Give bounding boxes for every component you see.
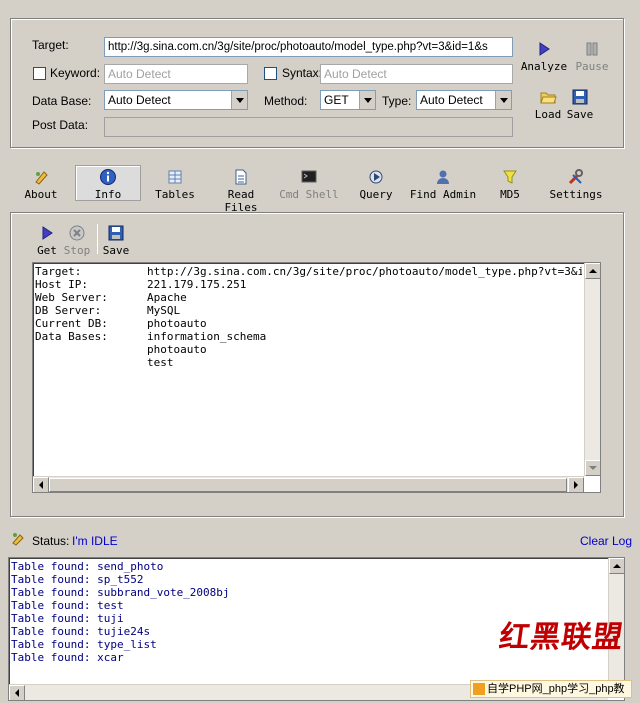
info-row: Web Server: Apache <box>35 291 187 304</box>
info-textbox[interactable]: Target: http://3g.sina.com.cn/3g/site/pro… <box>32 262 601 493</box>
info-row: Data Bases: information_schema <box>35 330 267 343</box>
scroll-up-button[interactable] <box>609 558 624 574</box>
load-button[interactable]: Load <box>530 88 566 121</box>
info-row: DB Server: MySQL <box>35 304 181 317</box>
tab-md5[interactable]: MD5 <box>492 166 528 202</box>
info-horizontal-scrollbar[interactable] <box>33 476 584 492</box>
read-files-icon <box>235 169 247 185</box>
tab-info[interactable]: Info <box>75 165 141 201</box>
md5-icon <box>503 170 517 184</box>
keyword-input[interactable]: Auto Detect <box>104 64 248 84</box>
save-info-button[interactable]: Save <box>102 224 130 257</box>
save-config-button[interactable]: Save <box>564 88 596 121</box>
target-input[interactable]: http://3g.sina.com.cn/3g/site/proc/photo… <box>104 37 513 57</box>
toolbar-divider <box>97 224 98 254</box>
log-line: Table found: send_photo <box>11 560 164 573</box>
tab-read-files[interactable]: Read Files <box>208 166 274 214</box>
log-line: Table found: subbrand_vote_2008bj <box>11 586 230 599</box>
floppy-disk-icon <box>108 225 124 241</box>
chevron-down-icon <box>231 91 247 109</box>
play-icon <box>42 226 53 240</box>
syntax-input[interactable]: Auto Detect <box>320 64 513 84</box>
keyword-label: Keyword: <box>50 66 101 80</box>
tab-tables[interactable]: Tables <box>150 166 200 202</box>
info-row: Host IP: 221.179.175.251 <box>35 278 247 291</box>
database-select-value: Auto Detect <box>108 93 171 107</box>
method-select-value: GET <box>324 93 349 107</box>
query-icon <box>369 170 383 184</box>
clear-log-link[interactable]: Clear Log <box>580 534 632 548</box>
target-label: Target: <box>32 38 69 52</box>
scroll-right-button[interactable] <box>568 477 584 492</box>
tab-query[interactable]: Query <box>356 166 396 202</box>
stop-button[interactable]: Stop <box>62 224 92 257</box>
floppy-disk-icon <box>572 89 588 105</box>
method-select[interactable]: GET <box>320 90 376 110</box>
info-rows: Target: http://3g.sina.com.cn/3g/site/pro… <box>33 265 582 474</box>
tab-settings[interactable]: Settings <box>548 166 604 202</box>
info-row: Target: http://3g.sina.com.cn/3g/site/pro… <box>35 265 582 278</box>
info-row: photoauto <box>147 343 207 356</box>
scroll-left-button[interactable] <box>33 477 49 492</box>
log-line: Table found: sp_t552 <box>11 573 144 586</box>
find-admin-icon <box>437 170 449 184</box>
about-icon <box>35 171 48 185</box>
folder-open-icon <box>540 92 557 104</box>
type-select-value: Auto Detect <box>420 93 483 107</box>
stop-icon <box>69 225 85 241</box>
keyword-checkbox[interactable] <box>33 67 46 80</box>
syntax-label: Syntax: <box>282 66 323 80</box>
scroll-down-button[interactable] <box>585 460 600 476</box>
scroll-up-button[interactable] <box>585 263 600 279</box>
watermark-footer: 自学PHP网_php学习_php教 <box>470 680 632 698</box>
info-row: test <box>147 356 174 369</box>
pause-button[interactable]: Pause <box>572 40 612 73</box>
chevron-down-icon <box>359 91 375 109</box>
scroll-left-button[interactable] <box>9 685 25 700</box>
play-icon <box>539 42 550 56</box>
method-label: Method: <box>264 94 308 108</box>
tab-about[interactable]: About <box>16 166 66 202</box>
status-value: I'm IDLE <box>72 534 118 548</box>
info-vertical-scrollbar[interactable] <box>584 263 600 476</box>
tab-find-admin[interactable]: Find Admin <box>408 166 478 202</box>
info-row: Current DB: photoauto <box>35 317 207 330</box>
type-select[interactable]: Auto Detect <box>416 90 512 110</box>
tab-cmd-shell[interactable]: Cmd Shell <box>278 166 340 202</box>
database-label: Data Base: <box>32 94 92 108</box>
type-label: Type: <box>382 94 412 108</box>
post-data-input[interactable] <box>104 117 513 137</box>
log-line: Table found: test <box>11 599 124 612</box>
analyze-button[interactable]: Analyze <box>520 40 568 73</box>
settings-icon <box>568 169 583 185</box>
database-select[interactable]: Auto Detect <box>104 90 248 110</box>
scroll-thumb[interactable] <box>49 478 567 492</box>
pause-icon <box>586 42 598 56</box>
get-button[interactable]: Get <box>34 224 60 257</box>
tables-icon <box>168 170 182 184</box>
post-data-label: Post Data: <box>32 118 89 132</box>
status-icon <box>12 533 24 546</box>
cmd-shell-icon <box>301 170 317 183</box>
info-icon <box>100 169 116 185</box>
footer-icon <box>473 683 485 696</box>
status-label: Status: <box>32 534 70 548</box>
syntax-checkbox[interactable] <box>264 67 277 80</box>
watermark-logo: 红黑联盟 <box>497 620 626 655</box>
chevron-down-icon <box>495 91 511 109</box>
